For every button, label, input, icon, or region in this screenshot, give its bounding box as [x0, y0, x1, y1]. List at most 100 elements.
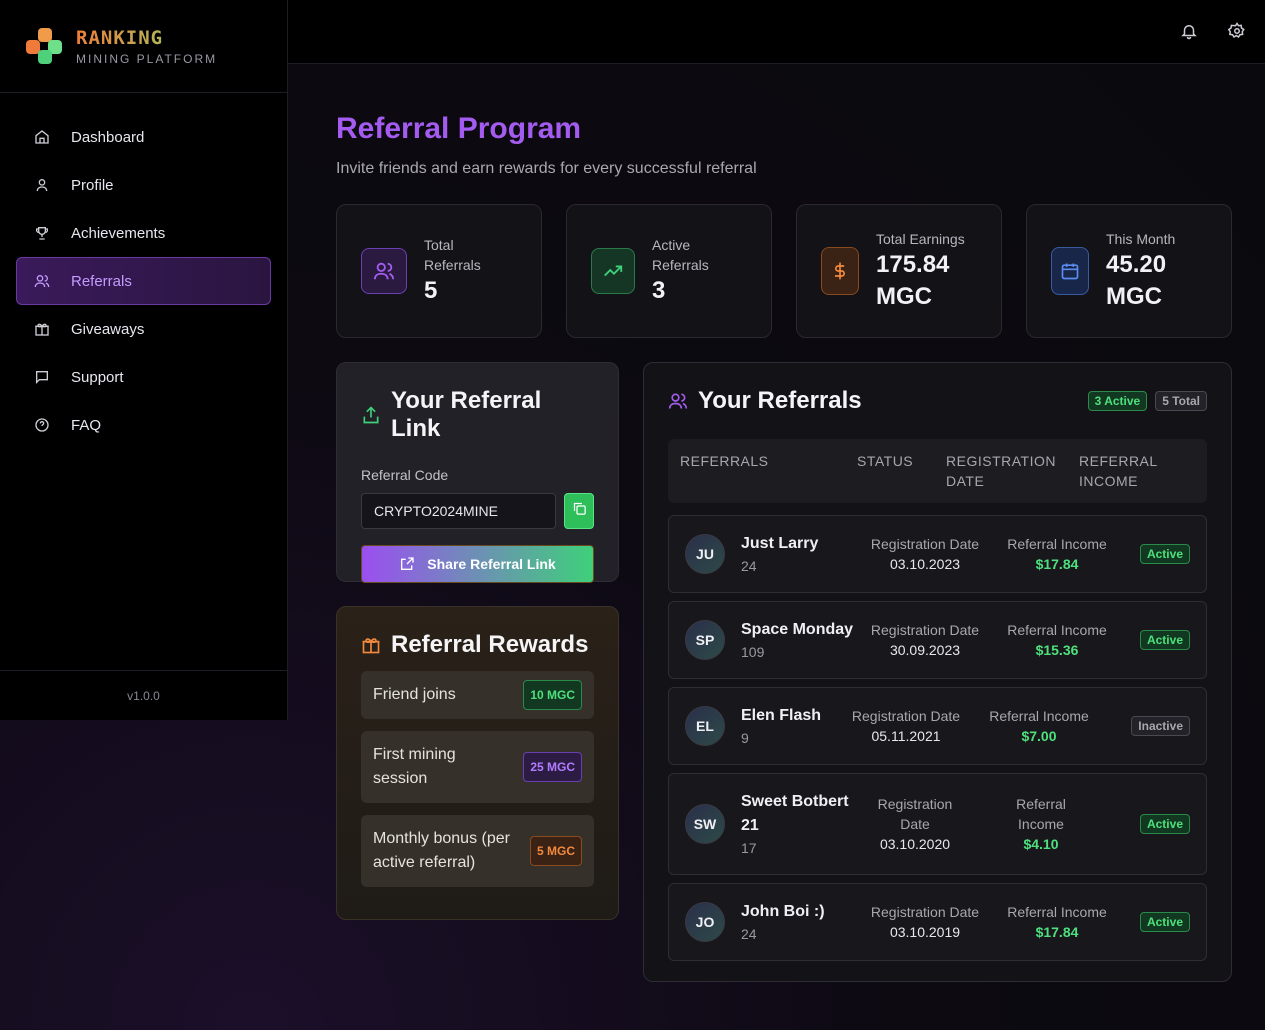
registration-date: 03.10.2023: [889, 556, 961, 572]
card-title: Your Referral Link: [391, 387, 542, 442]
total-count-badge: 5 Total: [1155, 391, 1207, 411]
avatar: JU: [685, 534, 725, 574]
sidebar-item-label: Dashboard: [71, 128, 145, 146]
external-link-icon: [399, 556, 415, 572]
income-label: Referral Income: [1007, 904, 1107, 920]
referral-sub: 109: [741, 644, 765, 660]
stats-row: Total Referrals 5 Active Referrals 3 Tot…: [336, 204, 1232, 338]
referral-name: John Boi :): [741, 903, 825, 920]
sidebar-item-label: Support: [71, 368, 124, 386]
referral-name: Space Monday: [741, 621, 854, 638]
stat-label: Total Referrals: [424, 237, 481, 273]
card-title: Referral Rewards: [391, 631, 589, 658]
card-title: Your Referrals: [698, 387, 862, 414]
referral-code-label: Referral Code: [361, 467, 449, 483]
income-label: Referral Income: [1007, 536, 1107, 552]
page-title: Referral Program: [336, 112, 582, 145]
sidebar-item-profile[interactable]: Profile: [16, 161, 271, 209]
referral-link-card: Your Referral Link Referral Code Share R…: [336, 362, 619, 583]
table-header: REFERRALS STATUS REGISTRATION DATE REFER…: [668, 439, 1207, 503]
trending-up-icon: [591, 248, 635, 294]
gift-icon: [33, 320, 51, 338]
date-label: Registration Date: [877, 796, 953, 832]
reward-label: First mining session: [373, 746, 456, 787]
referral-name: Just Larry: [741, 535, 819, 552]
stat-total-referrals: Total Referrals 5: [336, 204, 542, 338]
brand[interactable]: RANKING MINING PLATFORM: [0, 0, 287, 93]
reward-label: Friend joins: [373, 686, 456, 703]
sidebar-item-dashboard[interactable]: Dashboard: [16, 113, 271, 161]
avatar: SP: [685, 620, 725, 660]
registration-date: 05.11.2021: [871, 728, 941, 744]
gift-icon: [361, 635, 381, 655]
calendar-icon: [1051, 247, 1089, 295]
share-button-label: Share Referral Link: [427, 556, 556, 572]
sidebar-item-label: Giveaways: [71, 320, 145, 338]
status-badge: Active: [1139, 912, 1190, 932]
sidebar-item-label: FAQ: [71, 416, 102, 434]
referral-name: Sweet Botbert 21: [741, 793, 849, 834]
table-row[interactable]: SW Sweet Botbert 21 17 Registration Date 0…: [668, 773, 1207, 875]
registration-date: 03.10.2020: [879, 836, 951, 852]
avatar: JO: [685, 902, 725, 942]
referral-name: Elen Flash: [741, 707, 822, 724]
status-badge: Active: [1139, 814, 1190, 834]
referral-income: $15.36: [1035, 642, 1079, 658]
table-row[interactable]: JO John Boi :) 24 Registration Date 03.10.…: [668, 883, 1207, 961]
copy-button[interactable]: [564, 493, 594, 529]
sidebar-item-giveaways[interactable]: Giveaways: [16, 305, 271, 353]
registration-date: 03.10.2019: [889, 924, 961, 940]
stat-this-month: This Month 45.20 MGC: [1026, 204, 1232, 338]
main-content: Referral Program Invite friends and earn…: [336, 112, 1232, 982]
stat-active-referrals: Active Referrals 3: [566, 204, 772, 338]
status-badge: Active: [1139, 630, 1190, 650]
users-icon: [33, 272, 51, 290]
column-header[interactable]: REFERRALS: [680, 451, 857, 491]
gear-icon[interactable]: [1227, 22, 1248, 42]
income-label: Referral Income: [1016, 796, 1066, 832]
brand-title: RANKING: [76, 27, 217, 49]
referral-income: $17.84: [1035, 556, 1079, 572]
page-subtitle: Invite friends and earn rewards for ever…: [336, 160, 757, 177]
referral-sub: 9: [741, 730, 749, 746]
referral-sub: 24: [741, 926, 757, 942]
registration-date: 30.09.2023: [889, 642, 961, 658]
referral-rewards-card: Referral Rewards Friend joins 10 MGC Fir…: [336, 606, 619, 920]
table-row[interactable]: SP Space Monday 109 Registration Date 30.0…: [668, 601, 1207, 679]
reward-item: Friend joins 10 MGC: [361, 671, 594, 719]
message-icon: [33, 368, 51, 386]
logo-icon: [24, 26, 64, 66]
sidebar-nav: Dashboard Profile Achievements Referrals…: [0, 93, 287, 469]
active-count-badge: 3 Active: [1087, 391, 1148, 411]
column-header[interactable]: REFERRAL INCOME: [1079, 451, 1169, 491]
app-version: v1.0.0: [0, 670, 287, 720]
sidebar-item-support[interactable]: Support: [16, 353, 271, 401]
stat-label: This Month: [1106, 231, 1176, 247]
reward-badge: 25 MGC: [523, 752, 582, 782]
share-icon: [361, 405, 381, 425]
income-label: Referral Income: [1007, 622, 1107, 638]
referral-code-input[interactable]: [361, 493, 556, 529]
sidebar-item-faq[interactable]: FAQ: [16, 401, 271, 449]
table-row[interactable]: JU Just Larry 24 Registration Date 03.10.2…: [668, 515, 1207, 593]
sidebar-item-achievements[interactable]: Achievements: [16, 209, 271, 257]
avatar: SW: [685, 804, 725, 844]
home-icon: [33, 128, 51, 146]
table-row[interactable]: EL Elen Flash 9 Registration Date 05.11.20…: [668, 687, 1207, 765]
stat-value: 175.84 MGC: [876, 251, 950, 310]
reward-item: First mining session 25 MGC: [361, 731, 594, 803]
share-referral-link-button[interactable]: Share Referral Link: [361, 545, 594, 583]
income-label: Referral Income: [989, 708, 1089, 724]
reward-label: Monthly bonus (per active referral): [373, 830, 510, 871]
sidebar: RANKING MINING PLATFORM Dashboard Profil…: [0, 0, 288, 720]
status-badge: Inactive: [1131, 716, 1190, 736]
bell-icon[interactable]: [1180, 22, 1200, 42]
stat-value: 45.20 MGC: [1106, 251, 1167, 310]
reward-badge: 10 MGC: [523, 680, 582, 710]
stat-label: Active Referrals: [652, 237, 709, 273]
column-header[interactable]: REGISTRATION DATE: [946, 451, 1079, 491]
column-header[interactable]: STATUS: [857, 451, 946, 491]
trophy-icon: [33, 224, 51, 242]
sidebar-item-referrals[interactable]: Referrals: [16, 257, 271, 305]
users-icon: [361, 248, 407, 294]
